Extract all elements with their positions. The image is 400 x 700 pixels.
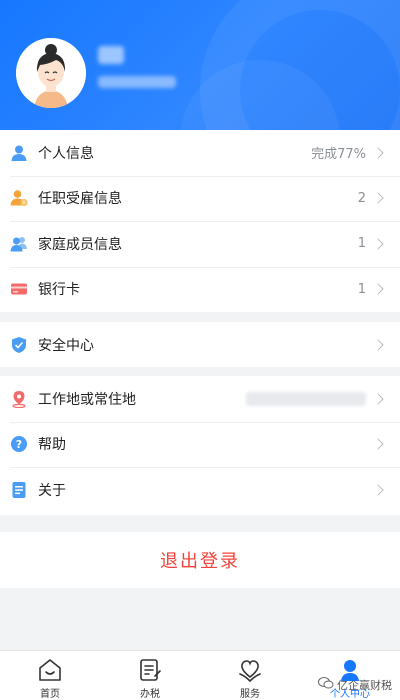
employment-count: 2: [357, 190, 366, 206]
svg-text:¥: ¥: [22, 201, 25, 207]
tab-label: 办税: [140, 689, 160, 700]
menu-item-label: 个人信息: [38, 145, 94, 162]
chevron-right-icon: [372, 238, 384, 250]
chevron-right-icon: [372, 147, 384, 159]
family-count: 1: [357, 236, 366, 252]
menu-item-label: 安全中心: [38, 337, 94, 354]
security-group: 安全中心: [0, 322, 400, 367]
menu-item-about[interactable]: 关于: [0, 467, 400, 513]
tab-tax[interactable]: 办税: [100, 651, 200, 700]
menu-item-help[interactable]: ? 帮助: [0, 421, 400, 468]
bank-card-count: 1: [357, 281, 366, 297]
misc-group: 工作地或常住地 ? 帮助 关于: [0, 376, 400, 515]
menu-item-family-info[interactable]: 家庭成员信息 1: [0, 221, 400, 267]
logout-button[interactable]: 退出登录: [0, 532, 400, 588]
menu-item-label: 任职受雇信息: [38, 191, 122, 208]
tab-service[interactable]: 服务: [200, 651, 300, 700]
employment-icon: ¥: [10, 189, 28, 207]
menu-item-label: 工作地或常住地: [38, 391, 136, 408]
location-icon: [10, 390, 28, 408]
family-icon: [10, 235, 28, 253]
menu-item-work-location[interactable]: 工作地或常住地: [0, 376, 400, 422]
menu-item-bank-card[interactable]: 银行卡 1: [0, 266, 400, 313]
home-icon: [37, 657, 63, 683]
watermark: 亿企赢财税: [318, 676, 392, 693]
chevron-right-icon: [372, 438, 384, 450]
location-value-redacted: [246, 391, 366, 406]
tax-icon: [137, 657, 163, 683]
bank-card-icon: [10, 280, 28, 298]
wechat-icon: [318, 676, 334, 693]
menu-item-label: 关于: [38, 482, 66, 499]
chevron-right-icon: [372, 484, 384, 496]
chevron-right-icon: [372, 192, 384, 204]
menu-item-security-center[interactable]: 安全中心: [0, 322, 400, 368]
profile-header: [0, 0, 400, 130]
svg-text:?: ?: [16, 438, 22, 451]
personal-info-group: 个人信息 完成77% ¥ 任职受雇信息 2 家庭成员信息 1 银行卡 1: [0, 130, 400, 312]
username-redacted: [98, 46, 124, 64]
watermark-text: 亿企赢财税: [337, 678, 392, 692]
user-id-redacted: [98, 76, 176, 88]
about-icon: [10, 481, 28, 499]
menu-item-personal-info[interactable]: 个人信息 完成77%: [0, 130, 400, 176]
person-icon: [10, 144, 28, 162]
menu-item-label: 帮助: [38, 437, 66, 454]
tab-label: 首页: [40, 689, 60, 700]
menu-item-employment-info[interactable]: ¥ 任职受雇信息 2: [0, 175, 400, 222]
menu-item-label: 家庭成员信息: [38, 236, 122, 253]
shield-icon: [10, 336, 28, 354]
tab-label: 服务: [240, 689, 260, 700]
avatar[interactable]: [16, 38, 86, 108]
tab-home[interactable]: 首页: [0, 651, 100, 700]
completion-value: 完成77%: [311, 147, 366, 163]
menu-item-label: 银行卡: [38, 282, 80, 299]
service-icon: [237, 657, 263, 683]
help-icon: ?: [10, 435, 28, 453]
chevron-right-icon: [372, 393, 384, 405]
chevron-right-icon: [372, 339, 384, 351]
chevron-right-icon: [372, 283, 384, 295]
